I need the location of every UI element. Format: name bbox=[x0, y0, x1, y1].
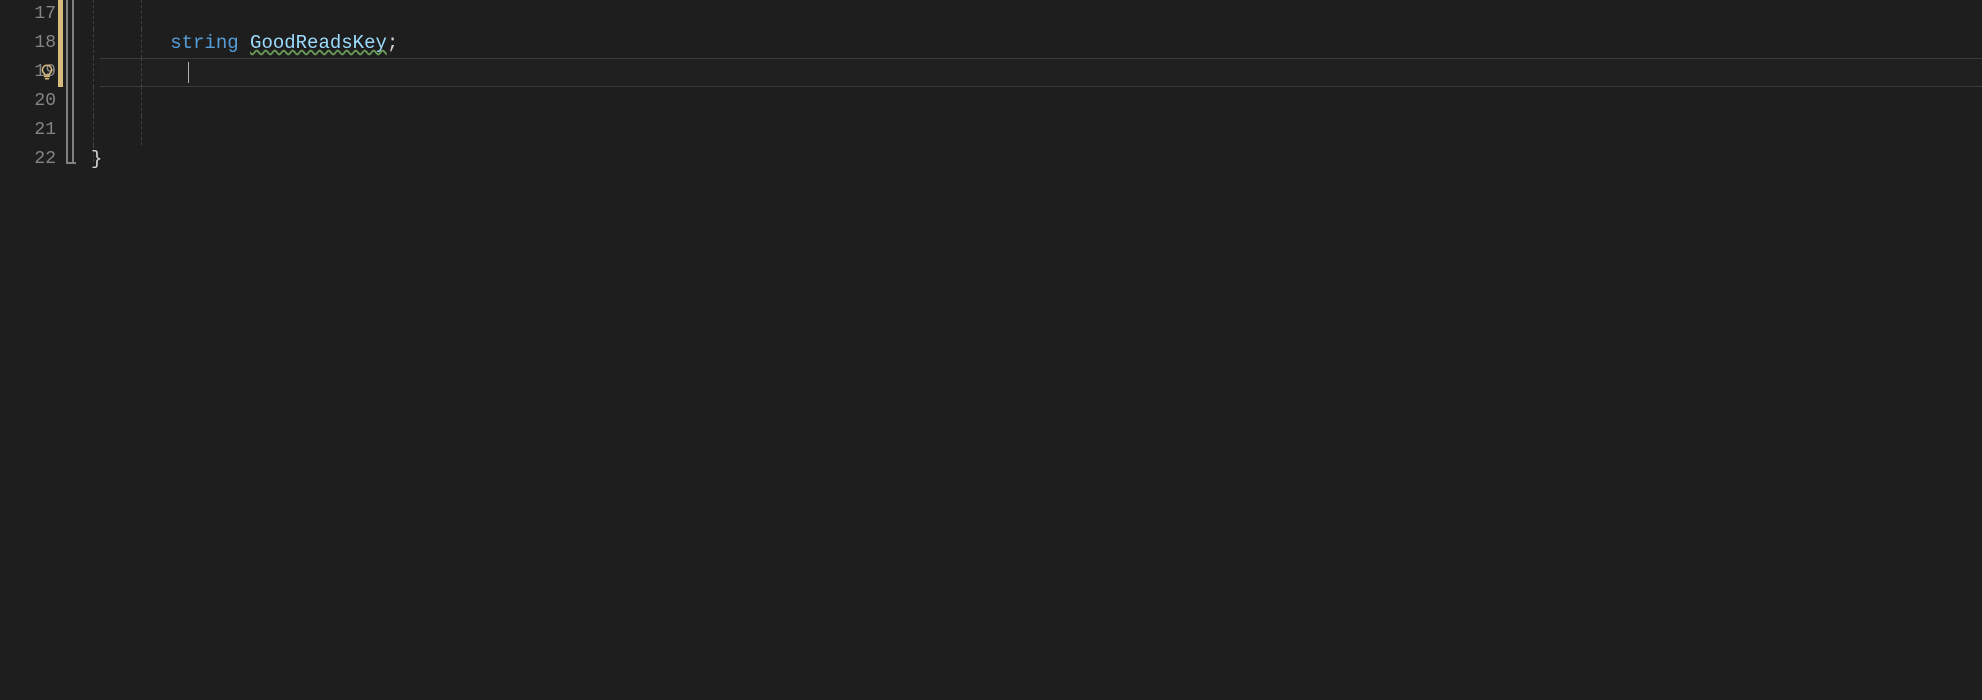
code-content[interactable] bbox=[79, 87, 1982, 116]
line-number: 19 bbox=[0, 58, 58, 87]
lightbulb-icon[interactable] bbox=[37, 62, 57, 82]
code-content[interactable] bbox=[79, 116, 1982, 145]
outline-guide bbox=[63, 116, 79, 145]
line-number: 18 bbox=[0, 29, 58, 58]
line-number: 20 bbox=[0, 87, 58, 116]
line-number: 21 bbox=[0, 116, 58, 145]
line-number: 17 bbox=[0, 0, 58, 29]
code-line-current[interactable]: 19 bbox=[0, 58, 1982, 87]
code-editor[interactable]: 17 18 string GoodReadsKey; 19 bbox=[0, 0, 1982, 700]
outline-guide bbox=[63, 58, 79, 87]
code-content[interactable] bbox=[79, 0, 1982, 29]
code-content[interactable]: } bbox=[79, 145, 1982, 174]
code-line[interactable]: 21 bbox=[0, 116, 1982, 145]
outline-guide bbox=[63, 145, 79, 174]
text-caret bbox=[188, 62, 189, 83]
token-punct: ; bbox=[387, 32, 398, 54]
code-content[interactable] bbox=[79, 58, 1982, 87]
line-number: 22 bbox=[0, 145, 58, 174]
token-identifier: GoodReadsKey bbox=[250, 32, 387, 54]
code-line[interactable]: 22 } bbox=[0, 145, 1982, 174]
code-line[interactable]: 18 string GoodReadsKey; bbox=[0, 29, 1982, 58]
code-content[interactable]: string GoodReadsKey; bbox=[79, 29, 1982, 58]
code-line[interactable]: 17 bbox=[0, 0, 1982, 29]
outline-guide bbox=[63, 0, 79, 29]
indent bbox=[79, 32, 170, 54]
token-keyword: string bbox=[170, 32, 238, 54]
outline-guide bbox=[63, 87, 79, 116]
outline-guide bbox=[63, 29, 79, 58]
code-line[interactable]: 20 bbox=[0, 87, 1982, 116]
